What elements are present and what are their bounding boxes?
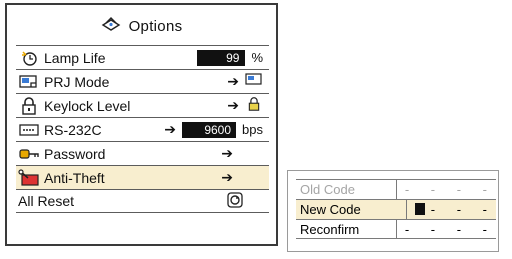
options-list: Lamp Life 99 % PRJ Mode ➔ Keylock Level … bbox=[16, 45, 269, 213]
baud-rate-unit: bps bbox=[242, 122, 263, 137]
arrow-right-icon: ➔ bbox=[227, 97, 239, 113]
old-code-label: Old Code bbox=[296, 180, 397, 199]
new-code-row: New Code - - - bbox=[296, 199, 496, 219]
anti-theft-icon bbox=[18, 168, 40, 187]
menu-item-label: Password bbox=[44, 145, 106, 162]
menu-item-label: Keylock Level bbox=[44, 97, 131, 114]
lock-mini-icon bbox=[245, 97, 263, 114]
panel-header: Options bbox=[7, 5, 276, 47]
arrow-right-icon: ➔ bbox=[221, 145, 233, 161]
reconfirm-row: Reconfirm - - - - bbox=[296, 219, 496, 239]
menu-item-lamp-life[interactable]: Lamp Life 99 % bbox=[16, 45, 269, 69]
anti-theft-code-panel: Old Code - - - - New Code - - - Reconfir… bbox=[287, 170, 499, 252]
projector-mode-mini-icon bbox=[245, 73, 263, 90]
lamp-life-unit: % bbox=[251, 50, 263, 65]
menu-item-all-reset[interactable]: All Reset bbox=[16, 189, 269, 213]
menu-item-label: Lamp Life bbox=[44, 49, 106, 66]
options-icon bbox=[101, 16, 121, 36]
key-icon bbox=[18, 145, 40, 163]
reconfirm-field[interactable]: - - - - bbox=[397, 220, 496, 238]
old-code-row: Old Code - - - - bbox=[296, 179, 496, 199]
reconfirm-label: Reconfirm bbox=[296, 220, 397, 238]
lamp-timer-icon bbox=[18, 49, 40, 67]
options-panel: Options Lamp Life 99 % PRJ Mode ➔ Keyloc… bbox=[5, 3, 278, 246]
menu-item-prj-mode[interactable]: PRJ Mode ➔ bbox=[16, 69, 269, 93]
lamp-life-value: 99 bbox=[197, 49, 246, 66]
baud-rate-value: 9600 bbox=[182, 121, 237, 138]
menu-item-rs232c[interactable]: RS-232C ➔ 9600 bps bbox=[16, 117, 269, 141]
new-code-value: - - - bbox=[430, 202, 496, 217]
menu-item-keylock-level[interactable]: Keylock Level ➔ bbox=[16, 93, 269, 117]
reset-icon bbox=[227, 191, 243, 211]
menu-item-label: All Reset bbox=[18, 193, 75, 209]
old-code-field[interactable]: - - - - bbox=[397, 180, 496, 199]
menu-item-label: RS-232C bbox=[44, 121, 102, 138]
rs232-port-icon bbox=[18, 121, 40, 139]
menu-item-label: Anti-Theft bbox=[44, 169, 105, 186]
lock-icon bbox=[18, 96, 40, 115]
panel-title: Options bbox=[128, 17, 183, 35]
projector-mode-icon bbox=[18, 73, 40, 91]
menu-item-anti-theft[interactable]: Anti-Theft ➔ bbox=[16, 165, 269, 189]
code-grid: Old Code - - - - New Code - - - Reconfir… bbox=[296, 179, 496, 239]
new-code-field[interactable]: - - - bbox=[407, 200, 496, 219]
menu-item-label: PRJ Mode bbox=[44, 73, 110, 90]
input-cursor bbox=[414, 203, 425, 215]
arrow-right-icon: ➔ bbox=[164, 121, 177, 137]
arrow-right-icon: ➔ bbox=[221, 169, 233, 185]
new-code-label: New Code bbox=[296, 200, 407, 219]
menu-item-password[interactable]: Password ➔ bbox=[16, 141, 269, 165]
arrow-right-icon: ➔ bbox=[227, 73, 239, 89]
